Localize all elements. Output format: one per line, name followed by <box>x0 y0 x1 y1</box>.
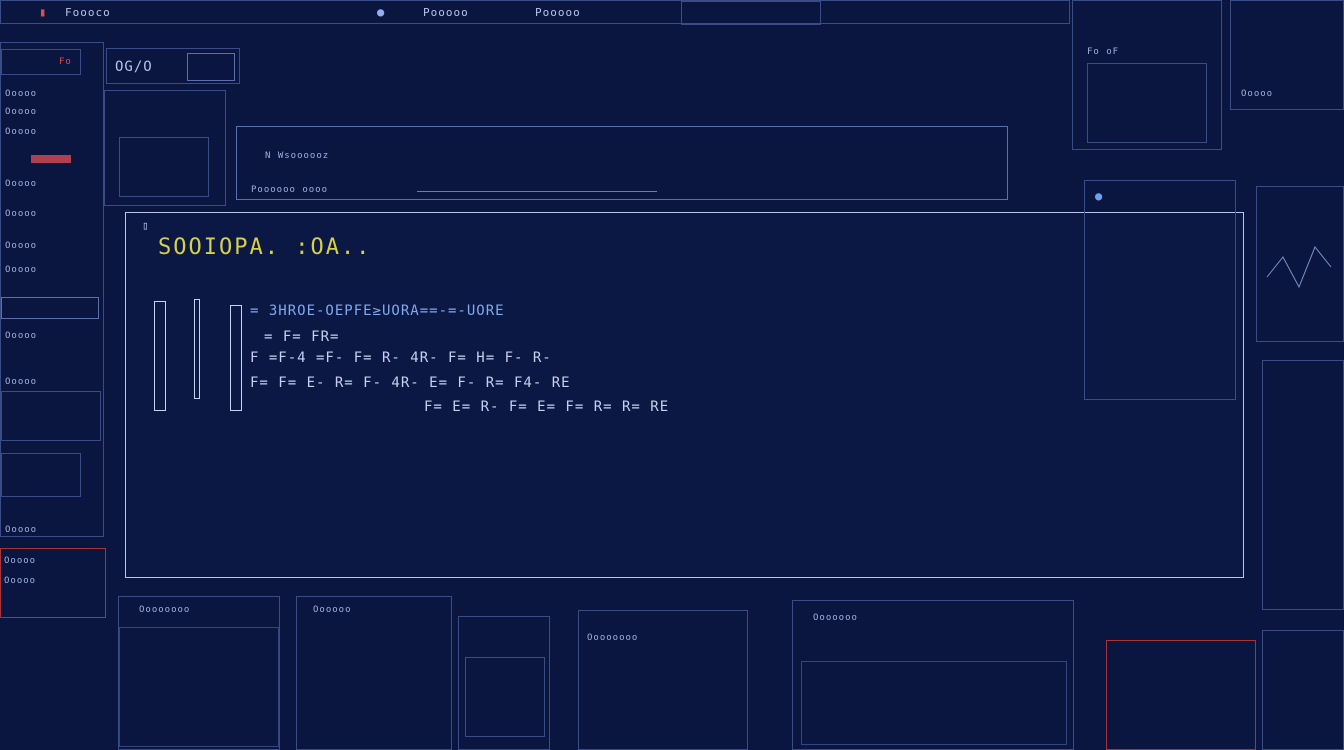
bottom-panel-1-grid <box>119 627 279 747</box>
left-row-9[interactable]: Ooooo <box>5 377 37 387</box>
left-row-highlight <box>31 155 71 163</box>
right-mini-chart <box>1266 246 1332 289</box>
top-bar: ▮ Foooco ● Pooooo Pooooo <box>0 0 1070 25</box>
left-row-3[interactable]: Ooooo <box>5 127 37 137</box>
right-grid-panel <box>1262 360 1344 610</box>
top-left-label: Foooco <box>65 6 111 19</box>
left-row-6[interactable]: Ooooo <box>5 241 37 251</box>
bottom-right-red-box <box>1106 640 1256 750</box>
small-box-button[interactable] <box>187 53 235 81</box>
toolbar-text: Pooooo <box>535 6 581 19</box>
left-row-5[interactable]: Ooooo <box>5 209 37 219</box>
bottom-panel-5: Ooooooo <box>792 600 1074 750</box>
cloud-icon[interactable]: ● <box>1095 189 1102 203</box>
right-top-inner <box>1087 63 1207 143</box>
bottom-panel-1: Oooooooo <box>118 596 280 750</box>
left-row-8[interactable]: Ooooo <box>5 331 37 341</box>
main-line-1: = 3HROE-OEPFE≥UORA==-=-UORE <box>250 303 505 319</box>
left-row-11: Ooooo <box>4 556 37 566</box>
bottom-panel-1-title: Oooooooo <box>139 605 191 615</box>
right-sub-label: Ooooo <box>1241 89 1274 99</box>
right-icon-panel: ● <box>1084 180 1236 400</box>
main-window[interactable]: ▯ SOOIOPA. :OA.. = 3HROE-OEPFE≥UORA==-=-… <box>125 212 1244 578</box>
bottom-panel-5-grid <box>801 661 1067 745</box>
main-line-4: F= F= E- R= F- 4R- E= F- R= F4- RE <box>250 375 571 391</box>
left-row-2[interactable]: Ooooo <box>5 107 37 117</box>
right-top-panel-a: Fo oF <box>1072 0 1222 150</box>
left-row-12: Ooooo <box>4 576 37 586</box>
left-selected-item[interactable] <box>1 297 99 319</box>
bottom-right-panel <box>1262 630 1344 750</box>
left-icon-block <box>1 453 81 497</box>
thumbnail-preview <box>119 137 209 197</box>
left-panel: Fo Ooooo Ooooo Ooooo Ooooo Ooooo Ooooo O… <box>0 42 104 537</box>
bottom-panel-3 <box>458 616 550 750</box>
left-row-1[interactable]: Ooooo <box>5 89 37 99</box>
alert-icon[interactable]: ▮ <box>39 5 46 19</box>
left-panel-header-box <box>1 49 81 75</box>
main-line-2: = F= FR= <box>264 329 340 345</box>
bottom-panel-4: Oooooooo <box>578 610 748 750</box>
right-top-label: Fo oF <box>1087 47 1120 57</box>
toolbar-label: Pooooo <box>423 6 469 19</box>
left-grid-block <box>1 391 101 441</box>
top-bar-segment <box>681 1 821 25</box>
thumbnail-panel <box>104 90 226 206</box>
small-header-box: OG/O <box>106 48 240 84</box>
info-divider <box>417 191 657 192</box>
info-line-1: N Wsoooooz <box>265 151 330 161</box>
left-row-4[interactable]: Ooooo <box>5 179 37 189</box>
bottom-panel-3-inner <box>465 657 545 737</box>
left-row-10[interactable]: Ooooo <box>5 525 37 535</box>
scroll-bar-right[interactable] <box>230 305 242 411</box>
info-line-2: Poooooo oooo <box>251 185 329 195</box>
right-top-panel-b: Ooooo <box>1230 0 1344 110</box>
main-window-title: SOOIOPA. :OA.. <box>158 235 372 260</box>
main-line-5: F= E= R- F= E= F= R= R= RE <box>424 399 670 415</box>
bottom-panel-4-title: Oooooooo <box>587 633 639 643</box>
bottom-panel-2: Oooooo <box>296 596 452 750</box>
bottom-panel-5-title: Ooooooo <box>813 613 858 623</box>
small-box-label: OG/O <box>115 59 153 75</box>
lock-icon[interactable]: ● <box>377 5 384 19</box>
scroll-bar-mid[interactable] <box>194 299 200 399</box>
bottom-panel-2-title: Oooooo <box>313 605 352 615</box>
info-panel: N Wsoooooz Poooooo oooo <box>236 126 1008 200</box>
right-chart-panel <box>1256 186 1344 342</box>
main-line-3: F =F-4 =F- F= R- 4R- F= H= F- R- <box>250 350 552 366</box>
left-row-7[interactable]: Ooooo <box>5 265 37 275</box>
main-window-corner-icon: ▯ <box>142 219 149 232</box>
scroll-bar-left[interactable] <box>154 301 166 411</box>
